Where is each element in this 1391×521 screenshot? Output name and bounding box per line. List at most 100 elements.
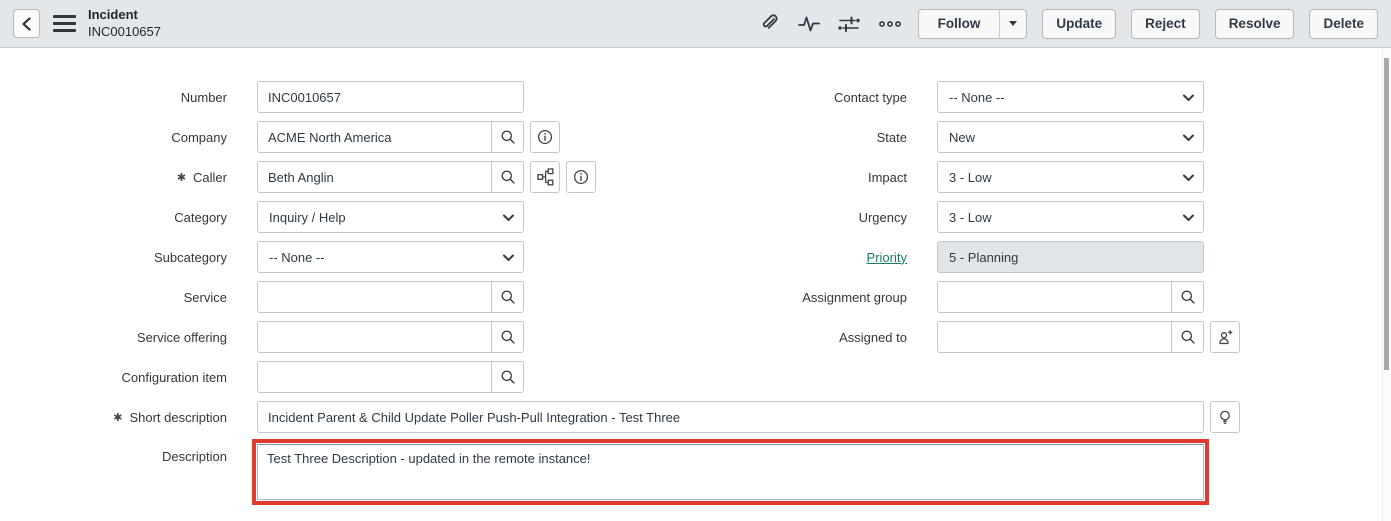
lightbulb-icon — [1217, 409, 1233, 426]
form-column-right: Contact type -- None -- State New Impact… — [680, 81, 1240, 361]
number-label: Number — [0, 90, 227, 105]
service-label: Service — [0, 290, 227, 305]
assign-to-me-button[interactable] — [1210, 321, 1240, 353]
state-label: State — [680, 130, 907, 145]
record-title-block: Incident INC0010657 — [88, 7, 161, 41]
delete-button[interactable]: Delete — [1309, 9, 1378, 39]
impact-label: Impact — [680, 170, 907, 185]
attachment-icon[interactable] — [759, 13, 780, 34]
chevron-down-icon — [503, 214, 514, 222]
caller-input[interactable]: Beth Anglin — [257, 161, 524, 193]
field-row-assignment-group: Assignment group — [680, 281, 1240, 313]
follow-dropdown-button[interactable] — [1000, 9, 1027, 39]
search-icon — [500, 329, 516, 345]
configuration-item-label: Configuration item — [0, 370, 227, 385]
hierarchy-icon — [537, 168, 554, 186]
urgency-label: Urgency — [680, 210, 907, 225]
context-menu-icon[interactable] — [53, 15, 76, 33]
configuration-item-lookup-button[interactable] — [491, 362, 523, 392]
state-select[interactable]: New — [937, 121, 1204, 153]
back-button[interactable] — [13, 9, 40, 38]
subcategory-label: Subcategory — [0, 250, 227, 265]
field-row-number: Number INC0010657 — [0, 81, 596, 113]
short-description-label: ✱Short description — [0, 410, 227, 425]
search-icon — [500, 129, 516, 145]
field-row-category: Category Inquiry / Help — [0, 201, 596, 233]
assigned-to-input[interactable] — [937, 321, 1204, 353]
impact-select[interactable]: 3 - Low — [937, 161, 1204, 193]
info-icon — [573, 169, 589, 185]
chevron-down-icon — [1183, 174, 1194, 182]
vertical-scrollbar-thumb[interactable] — [1384, 58, 1389, 370]
header-button-group: Follow Update Reject Resolve Delete — [918, 9, 1378, 39]
required-icon: ✱ — [177, 172, 186, 184]
chevron-down-icon — [1183, 134, 1194, 142]
form-header-bar: Incident INC0010657 Follow Update — [0, 0, 1391, 48]
required-icon: ✱ — [113, 412, 122, 424]
assignment-group-input[interactable] — [937, 281, 1204, 313]
short-description-input[interactable]: Incident Parent & Child Update Poller Pu… — [257, 401, 1204, 433]
field-row-description: Description Test Three Description - upd… — [0, 439, 1209, 505]
update-button[interactable]: Update — [1042, 9, 1116, 39]
chevron-down-icon — [1183, 94, 1194, 102]
category-select[interactable]: Inquiry / Help — [257, 201, 524, 233]
personalize-icon[interactable] — [838, 14, 860, 34]
urgency-select[interactable]: 3 - Low — [937, 201, 1204, 233]
more-options-icon[interactable] — [878, 19, 902, 29]
field-row-urgency: Urgency 3 - Low — [680, 201, 1240, 233]
assignment-group-lookup-button[interactable] — [1171, 282, 1203, 312]
description-label: Description — [0, 439, 227, 464]
field-row-assigned-to: Assigned to — [680, 321, 1240, 353]
caller-show-related-button[interactable] — [530, 161, 560, 193]
resolve-button[interactable]: Resolve — [1215, 9, 1295, 39]
service-offering-lookup-button[interactable] — [491, 322, 523, 352]
service-lookup-button[interactable] — [491, 282, 523, 312]
knowledge-suggestion-button[interactable] — [1210, 401, 1240, 433]
field-row-caller: ✱Caller Beth Anglin — [0, 161, 596, 193]
number-input[interactable]: INC0010657 — [257, 81, 524, 113]
field-row-state: State New — [680, 121, 1240, 153]
follow-split-button: Follow — [918, 9, 1028, 39]
field-row-priority: Priority 5 - Planning — [680, 241, 1240, 273]
configuration-item-input[interactable] — [257, 361, 524, 393]
contact-type-label: Contact type — [680, 90, 907, 105]
field-row-service-offering: Service offering — [0, 321, 596, 353]
service-offering-input[interactable] — [257, 321, 524, 353]
search-icon — [1180, 329, 1196, 345]
field-row-contact-type: Contact type -- None -- — [680, 81, 1240, 113]
company-input[interactable]: ACME North America — [257, 121, 524, 153]
search-icon — [1180, 289, 1196, 305]
search-icon — [500, 169, 516, 185]
field-row-company: Company ACME North America — [0, 121, 596, 153]
caller-label: ✱Caller — [0, 170, 227, 185]
form-column-left: Number INC0010657 Company ACME North Ame… — [0, 81, 596, 401]
company-label: Company — [0, 130, 227, 145]
highlight-box: Test Three Description - updated in the … — [252, 439, 1209, 505]
subcategory-select[interactable]: -- None -- — [257, 241, 524, 273]
follow-button[interactable]: Follow — [918, 9, 1001, 39]
service-offering-label: Service offering — [0, 330, 227, 345]
caller-preview-button[interactable] — [566, 161, 596, 193]
caller-lookup-button[interactable] — [491, 162, 523, 192]
search-icon — [500, 369, 516, 385]
page-title: Incident — [88, 7, 161, 24]
field-row-short-description: ✱Short description Incident Parent & Chi… — [0, 401, 1240, 433]
company-preview-button[interactable] — [530, 121, 560, 153]
category-label: Category — [0, 210, 227, 225]
record-number: INC0010657 — [88, 24, 161, 41]
company-lookup-button[interactable] — [491, 122, 523, 152]
activity-icon[interactable] — [798, 14, 820, 34]
description-textarea[interactable]: Test Three Description - updated in the … — [257, 444, 1204, 500]
search-icon — [500, 289, 516, 305]
service-input[interactable] — [257, 281, 524, 313]
contact-type-select[interactable]: -- None -- — [937, 81, 1204, 113]
field-row-configuration-item: Configuration item — [0, 361, 596, 393]
assigned-to-label: Assigned to — [680, 330, 907, 345]
chevron-down-icon — [1183, 214, 1194, 222]
chevron-left-icon — [21, 17, 32, 31]
chevron-down-icon — [503, 254, 514, 262]
assigned-to-lookup-button[interactable] — [1171, 322, 1203, 352]
field-row-service: Service — [0, 281, 596, 313]
priority-label-link[interactable]: Priority — [680, 250, 907, 265]
reject-button[interactable]: Reject — [1131, 9, 1200, 39]
